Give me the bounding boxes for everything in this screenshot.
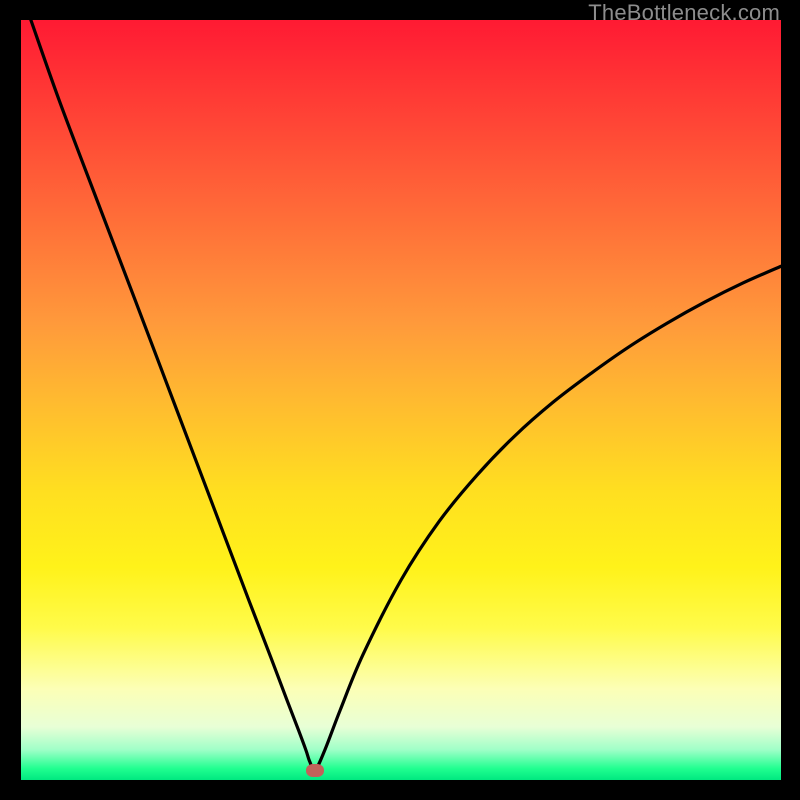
- watermark-text: TheBottleneck.com: [588, 0, 780, 26]
- optimum-marker: [306, 764, 324, 777]
- curve-layer: [21, 20, 781, 780]
- chart-frame: TheBottleneck.com: [0, 0, 800, 800]
- bottleneck-curve: [31, 20, 781, 770]
